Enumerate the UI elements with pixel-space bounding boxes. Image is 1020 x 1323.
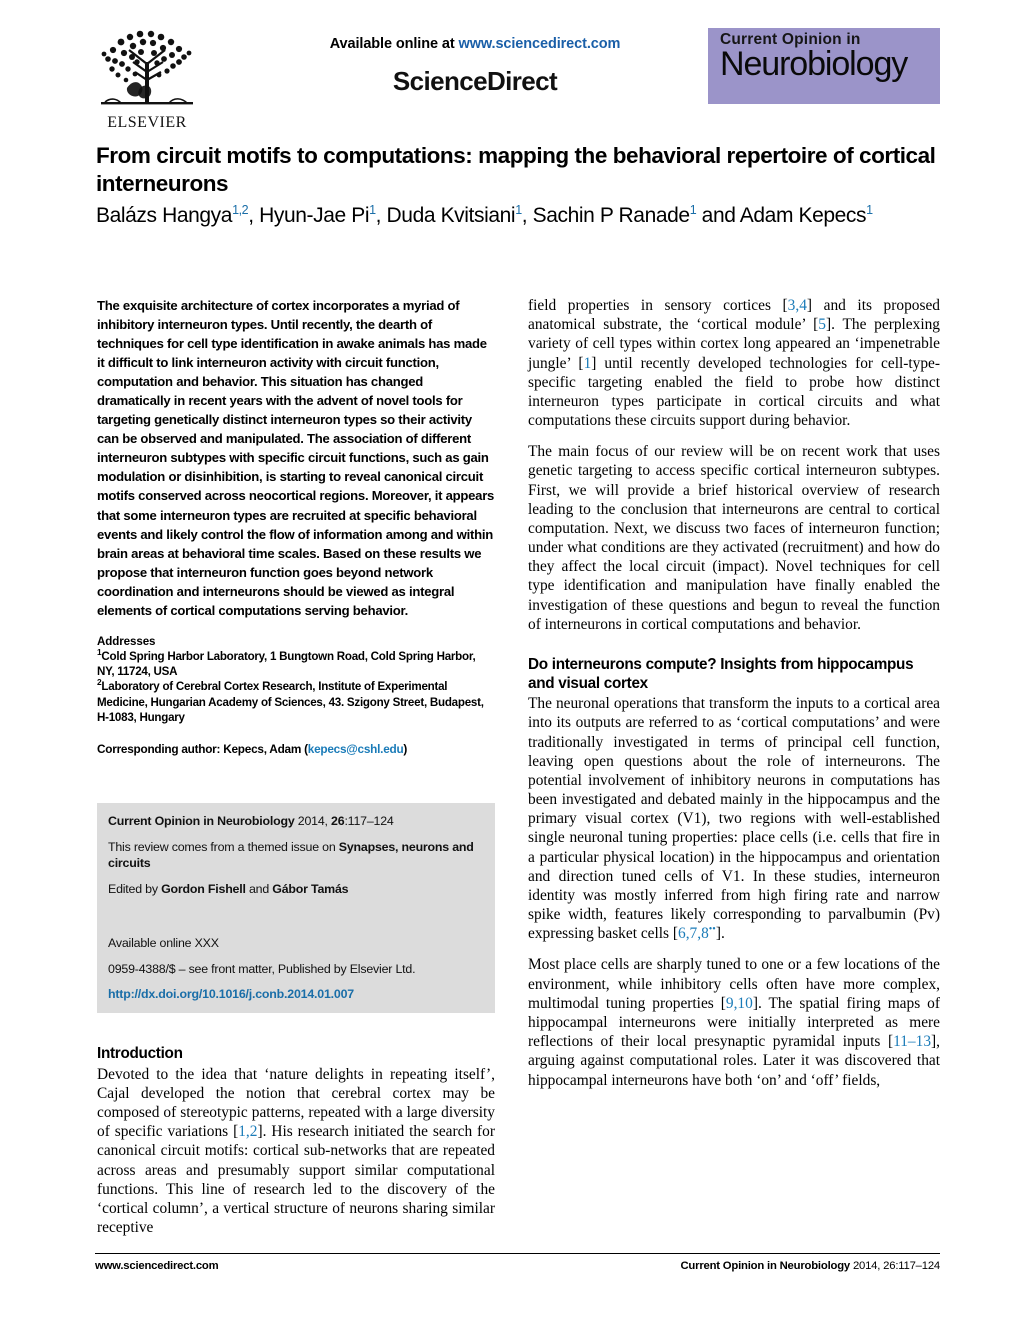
reference-importance-markers: •• — [708, 924, 716, 936]
edited-conjunction: and — [245, 881, 273, 896]
editor-1: Gordon Fishell — [161, 881, 246, 896]
reference-9-10[interactable]: 9,10 — [726, 995, 753, 1012]
title-block: From circuit motifs to computations: map… — [96, 142, 946, 229]
left-column: The exquisite architecture of cortex inc… — [97, 296, 495, 756]
introduction-heading: Introduction — [97, 1045, 183, 1062]
doi-link[interactable]: http://dx.doi.org/10.1016/j.conb.2014.01… — [108, 987, 483, 1001]
address-2: 2Laboratory of Cerebral Cortex Research,… — [97, 678, 495, 725]
elsevier-tree-icon — [101, 30, 193, 105]
right-column: field properties in sensory cortices [3,… — [528, 296, 940, 1090]
right-paragraph-4: Most place cells are sharply tuned to on… — [528, 955, 940, 1089]
abstract-text: The exquisite architecture of cortex inc… — [97, 298, 495, 618]
edited-by-label: Edited by — [108, 881, 162, 896]
available-online-xxx: Available online XXX — [108, 936, 219, 951]
footer-citation: Current Opinion in Neurobiology 2014, 26… — [680, 1260, 940, 1272]
footer-divider — [95, 1253, 940, 1254]
corresponding-email-link[interactable]: kepecs@cshl.edu — [308, 742, 404, 756]
available-online-line: Available online at www.sciencedirect.co… — [245, 36, 705, 52]
rp3-a: The neuronal operations that transform t… — [528, 695, 940, 943]
introduction-paragraph: Devoted to the idea that ‘nature delight… — [97, 1065, 495, 1238]
footer-journal-name: Current Opinion in Neurobiology — [680, 1260, 850, 1272]
reference-11-13[interactable]: 11–13 — [893, 1033, 931, 1050]
corresponding-suffix: ) — [403, 742, 408, 757]
reference-3-4[interactable]: 3,4 — [788, 297, 807, 314]
citation-box-spacer — [108, 906, 483, 935]
page-title: From circuit motifs to computations: map… — [96, 143, 936, 197]
rp1-a: field properties in sensory cortices [ — [528, 297, 788, 314]
interneurons-section-heading: Do interneurons compute? Insights from h… — [528, 655, 914, 692]
right-paragraph-2: The main focus of our review will be on … — [528, 443, 940, 633]
edited-by-line: Edited by Gordon Fishell and Gábor Tamás — [108, 881, 483, 898]
available-online-label: Available online at — [329, 36, 459, 52]
right-paragraph-1: field properties in sensory cortices [3,… — [528, 296, 940, 430]
reference-6-7-8[interactable]: 6,7,8•• — [678, 924, 716, 943]
citation-pages: :117–124 — [344, 814, 394, 828]
citation-volume: 26 — [331, 814, 345, 828]
author-list: Balázs Hangya1,2, Hyun-Jae Pi1, Duda Kvi… — [96, 202, 873, 227]
reference-5[interactable]: 5 — [818, 316, 826, 333]
introduction-block: Introduction Devoted to the idea that ‘n… — [97, 1045, 495, 1237]
sciencedirect-wordmark: ScienceDirect — [392, 66, 558, 96]
editor-2: Gábor Tamás — [272, 881, 349, 896]
page-footer: www.sciencedirect.com Current Opinion in… — [95, 1253, 940, 1272]
citation-year: 2014, — [294, 814, 332, 828]
themed-issue-line: This review comes from a themed issue on… — [108, 839, 483, 872]
addresses-heading: Addresses — [97, 634, 156, 648]
corresponding-author: Corresponding author: Kepecs, Adam (kepe… — [97, 742, 495, 756]
corresponding-label: Corresponding author: Kepecs, Adam ( — [97, 742, 308, 757]
citation-box: Current Opinion in Neurobiology 2014, 26… — [97, 803, 495, 1013]
citation-journal: Current Opinion in Neurobiology — [108, 814, 295, 828]
elsevier-wordmark: ELSEVIER — [107, 114, 187, 131]
address-1-text: Cold Spring Harbor Laboratory, 1 Bungtow… — [97, 649, 476, 679]
front-matter-line: 0959-4388/$ – see front matter, Publishe… — [108, 962, 416, 977]
journal-logo: Current Opinion in Neurobiology — [708, 28, 940, 104]
footer-website[interactable]: www.sciencedirect.com — [95, 1260, 219, 1272]
footer-volume-pages: 2014, 26:117–124 — [850, 1260, 940, 1272]
sciencedirect-url[interactable]: www.sciencedirect.com — [459, 36, 621, 52]
themed-issue-label: This review comes from a themed issue on — [108, 839, 339, 854]
right-paragraph-3: The neuronal operations that transform t… — [528, 694, 940, 943]
article-page: ELSEVIER Available online at www.science… — [0, 0, 1020, 1323]
elsevier-logo: ELSEVIER — [95, 28, 199, 134]
address-1: 1Cold Spring Harbor Laboratory, 1 Bungto… — [97, 648, 495, 680]
reference-numbers: 6,7,8 — [678, 925, 709, 943]
citation-line: Current Opinion in Neurobiology 2014, 26… — [108, 813, 483, 830]
masthead: ELSEVIER Available online at www.science… — [95, 26, 940, 138]
journal-logo-line2: Neurobiology — [720, 45, 908, 84]
rp3-b: ]. — [715, 925, 725, 943]
address-2-text: Laboratory of Cerebral Cortex Research, … — [97, 680, 484, 724]
reference-1-2[interactable]: 1,2 — [238, 1123, 257, 1140]
footer-row: www.sciencedirect.com Current Opinion in… — [95, 1260, 940, 1272]
sciencedirect-block: Available online at www.sciencedirect.co… — [245, 36, 705, 97]
